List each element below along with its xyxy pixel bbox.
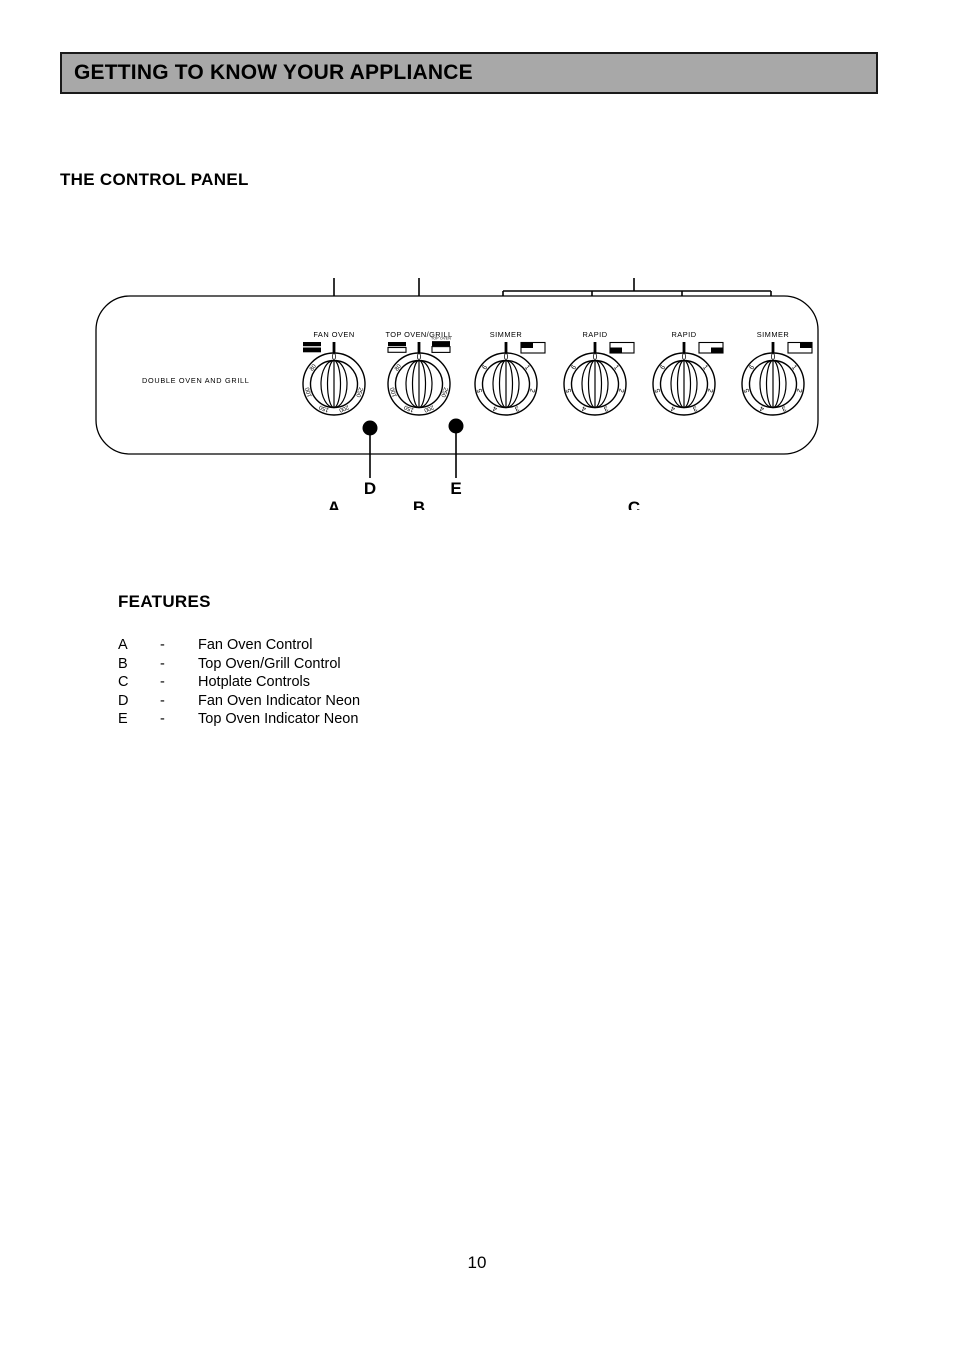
- callout-label-a: A: [328, 498, 340, 510]
- features-item-label: Hotplate Controls: [198, 674, 311, 690]
- hotplate-front-left-icon: [520, 341, 546, 354]
- control-panel-diagram: A B C DOUBLE OVEN AND GRILL FAN OVEN 0 8…: [0, 240, 954, 510]
- features-item-dash: -: [160, 655, 165, 672]
- hotplate-rear-left-icon: [609, 341, 635, 354]
- svg-text:0: 0: [417, 352, 422, 362]
- features-item-key: E: [118, 711, 128, 727]
- features-item-key: C: [118, 674, 129, 690]
- features-item-dash: -: [160, 692, 165, 709]
- features-item-dash: -: [160, 711, 165, 727]
- knob-label-hotplate-2: RAPID: [582, 330, 607, 339]
- knob-label-fan-oven: FAN OVEN: [313, 330, 354, 339]
- features-item: B - Top Oven/Grill Control: [118, 655, 360, 674]
- features-item-label: Top Oven/Grill Control: [198, 655, 341, 672]
- features-item: A - Fan Oven Control: [118, 636, 360, 655]
- page-header-banner: GETTING TO KNOW YOUR APPLIANCE: [60, 52, 878, 94]
- features-item-label: Fan Oven Indicator Neon: [198, 692, 361, 709]
- fascia-brand-label: DOUBLE OVEN AND GRILL: [142, 376, 250, 385]
- knob-top-oven-grill[interactable]: TOP OVEN/GRILL TOP OVEN 0 80 100 150 200…: [386, 330, 453, 416]
- features-list: A - Fan Oven Control B - Top Oven/Grill …: [118, 636, 360, 729]
- page-number: 10: [467, 1253, 487, 1272]
- features-item: C - Hotplate Controls: [118, 673, 360, 692]
- svg-text:0: 0: [682, 352, 687, 362]
- features-heading: FEATURES: [118, 592, 211, 611]
- section-heading: THE CONTROL PANEL: [60, 170, 249, 189]
- features-item-key: D: [118, 692, 129, 709]
- svg-text:0: 0: [332, 352, 337, 362]
- knob-label-hotplate-4: SIMMER: [757, 330, 790, 339]
- knob-label-hotplate-3: RAPID: [671, 330, 696, 339]
- features-item-dash: -: [160, 674, 165, 690]
- svg-text:0: 0: [593, 352, 598, 362]
- hotplate-front-right-icon: [787, 341, 813, 354]
- page-title: GETTING TO KNOW YOUR APPLIANCE: [74, 61, 473, 84]
- svg-text:0: 0: [504, 352, 509, 362]
- features-item-label: Fan Oven Control: [198, 637, 313, 653]
- features-item: E - Top Oven Indicator Neon: [118, 710, 360, 729]
- features-item-key: A: [118, 637, 128, 653]
- callout-label-d: D: [364, 479, 376, 498]
- features-item: D - Fan Oven Indicator Neon: [118, 692, 360, 711]
- features-item-label: Top Oven Indicator Neon: [198, 711, 359, 727]
- features-item-key: B: [118, 655, 128, 672]
- knob-label-hotplate-1: SIMMER: [490, 330, 523, 339]
- svg-text:0: 0: [771, 352, 776, 362]
- callout-label-b: B: [413, 498, 425, 510]
- callout-label-c: C: [628, 498, 640, 510]
- features-item-dash: -: [160, 637, 165, 653]
- hotplate-rear-right-icon: [698, 341, 724, 354]
- top-oven-icon-caption: TOP OVEN: [431, 337, 451, 341]
- callout-label-e: E: [450, 479, 461, 498]
